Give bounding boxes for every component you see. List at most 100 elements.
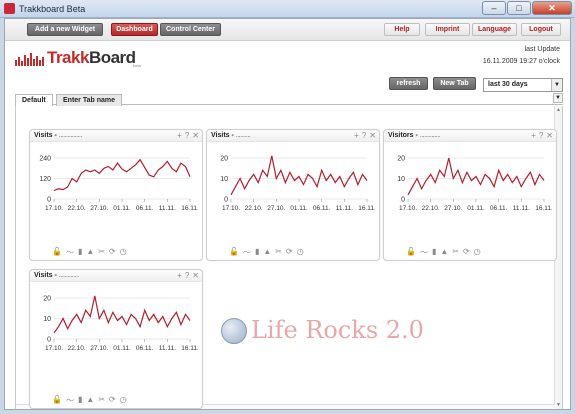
area-chart-icon[interactable]: ▲ — [263, 247, 271, 258]
minimize-button[interactable]: – — [482, 1, 506, 15]
widget-visits-1: Visits - ................ +? ✕ 240 120 0 17.10… — [29, 129, 203, 261]
line-chart-icon[interactable]: 〜 — [66, 247, 74, 258]
close-window-button[interactable]: ✕ — [532, 1, 572, 15]
close-icon[interactable]: ✕ — [192, 131, 199, 140]
widget-title: Visits - .......... — [211, 132, 251, 139]
area-chart-icon[interactable]: ▲ — [440, 247, 448, 258]
x-tick-label: 06.11. — [136, 345, 154, 352]
y-tick-label: 20 — [220, 156, 228, 163]
tab-enter-name[interactable]: Enter Tab name — [56, 94, 122, 106]
y-tick-label: 0 — [47, 337, 51, 344]
refresh-button[interactable]: refresh — [389, 77, 428, 90]
tools-icon[interactable]: ✂ — [452, 247, 459, 258]
help-icon[interactable]: ? — [185, 271, 189, 280]
line-chart-icon[interactable]: 〜 — [243, 247, 251, 258]
lock-icon[interactable]: 🔓 — [52, 247, 62, 258]
y-tick-label: 240 — [39, 156, 51, 163]
close-icon[interactable]: ✕ — [369, 131, 376, 140]
lock-icon[interactable]: 🔓 — [229, 247, 239, 258]
help-button[interactable]: Help — [384, 23, 420, 36]
y-tick-label: 10 — [220, 176, 228, 183]
watermark-text: Life Rocks 2.0 — [251, 316, 424, 344]
scroll-up-icon[interactable]: ▲ — [555, 106, 562, 114]
maximize-button[interactable]: □ — [507, 1, 531, 15]
help-icon[interactable]: ? — [185, 131, 189, 140]
control-center-button[interactable]: Control Center — [160, 23, 221, 36]
area-chart-icon[interactable]: ▲ — [86, 247, 94, 258]
tools-icon[interactable]: ✂ — [98, 247, 105, 258]
language-button[interactable]: Language — [472, 23, 517, 36]
refresh-icon[interactable]: ⟳ — [286, 247, 293, 258]
add-icon[interactable]: + — [177, 131, 182, 140]
tab-default[interactable]: Default — [15, 94, 53, 106]
widget-line-chart: 240 120 017.10. 22.10. 27.10. 01.11. 06.11. 11.… — [39, 156, 198, 213]
new-tab-button[interactable]: New Tab — [433, 77, 476, 90]
window-title: Trakkboard Beta — [19, 4, 86, 14]
refresh-icon[interactable]: ⟳ — [109, 247, 116, 258]
refresh-icon[interactable]: ⟳ — [463, 247, 470, 258]
add-icon[interactable]: + — [531, 131, 536, 140]
help-icon[interactable]: ? — [539, 131, 543, 140]
widget-line-chart: 20 10 017.10. 22.10. 27.10. 01.11. 06.11. 11.11… — [220, 155, 375, 213]
y-tick-label: 20 — [397, 156, 405, 163]
bar-chart-icon[interactable]: ▮ — [78, 395, 82, 406]
y-tick-label: 0 — [47, 197, 51, 204]
x-tick-label: 16.11. — [535, 205, 552, 212]
widget-visits-2: Visits - .......... +? ✕ 20 10 0 17.10. 22.10. 2… — [206, 129, 380, 261]
x-tick-label: 22.10. — [245, 205, 263, 212]
close-icon[interactable]: ✕ — [192, 271, 199, 280]
window-titlebar: Trakkboard Beta – □ ✕ — [0, 0, 575, 18]
widget-header[interactable]: Visits - .............. +? ✕ — [30, 270, 202, 282]
dashboard-button[interactable]: Dashboard — [111, 23, 158, 36]
line-chart-icon[interactable]: 〜 — [420, 247, 428, 258]
widget-visitors: Visitors - .............. +? ✕ 20 10 0 17.10. 2… — [383, 129, 557, 261]
x-tick-label: 27.10. — [90, 205, 108, 212]
bar-chart-icon[interactable]: ▮ — [78, 247, 82, 258]
x-tick-label: 17.10. — [45, 205, 63, 212]
widget-visits-3: Visits - .............. +? ✕ 20 10 0 17.10. 22.… — [29, 269, 203, 409]
x-tick-label: 27.10. — [90, 345, 108, 352]
lock-icon[interactable]: 🔓 — [52, 395, 62, 406]
widget-title: Visitors - .............. — [388, 132, 441, 139]
widget-line-chart: 20 10 017.10. 22.10. 27.10. 01.11. 06.11. 11.11… — [397, 156, 552, 213]
y-tick-label: 0 — [224, 197, 228, 204]
globe-icon — [221, 318, 247, 344]
widget-title: Visits - ................ — [34, 132, 82, 139]
widget-header[interactable]: Visits - ................ +? ✕ — [30, 130, 202, 142]
y-tick-label: 10 — [43, 316, 51, 323]
lock-icon[interactable]: 🔓 — [406, 247, 416, 258]
tools-icon[interactable]: ✂ — [98, 395, 105, 406]
bar-chart-icon[interactable]: ▮ — [255, 247, 259, 258]
chevron-down-icon: ▼ — [551, 79, 562, 91]
timer-icon[interactable]: ◷ — [474, 247, 481, 258]
x-tick-label: 27.10. — [267, 205, 285, 212]
scroll-down-icon[interactable]: ▼ — [555, 401, 562, 409]
tools-icon[interactable]: ✂ — [275, 247, 282, 258]
widget-footer: 🔓 〜 ▮ ▲ ✂ ⟳ ◷ — [52, 395, 127, 406]
series-line — [53, 158, 191, 192]
tabs-menu-chevron-icon[interactable]: ▼ — [553, 93, 563, 103]
timer-icon[interactable]: ◷ — [120, 247, 127, 258]
add-icon[interactable]: + — [354, 131, 359, 140]
app-client-area: Add a new Widget Dashboard Control Cente… — [4, 18, 571, 410]
help-icon[interactable]: ? — [362, 131, 366, 140]
bar-chart-icon[interactable]: ▮ — [432, 247, 436, 258]
timer-icon[interactable]: ◷ — [297, 247, 304, 258]
add-icon[interactable]: + — [177, 271, 182, 280]
logout-button[interactable]: Logout — [521, 23, 561, 36]
widget-header[interactable]: Visitors - .............. +? ✕ — [384, 130, 556, 142]
line-chart-icon[interactable]: 〜 — [66, 395, 74, 406]
imprint-button[interactable]: Imprint — [425, 23, 470, 36]
timer-icon[interactable]: ◷ — [120, 395, 127, 406]
widget-header[interactable]: Visits - .......... +? ✕ — [207, 130, 379, 142]
refresh-icon[interactable]: ⟳ — [109, 395, 116, 406]
series-line — [230, 155, 368, 196]
area-chart-icon[interactable]: ▲ — [86, 395, 94, 406]
date-range-select[interactable]: last 30 days ▼ — [483, 78, 563, 92]
last-update-label: last Update — [524, 46, 560, 53]
logo-text: TrakkBoard — [47, 48, 136, 67]
add-widget-button[interactable]: Add a new Widget — [27, 23, 103, 36]
close-icon[interactable]: ✕ — [546, 131, 553, 140]
widget-title: Visits - .............. — [34, 272, 80, 279]
x-tick-label: 16.11. — [358, 205, 375, 212]
